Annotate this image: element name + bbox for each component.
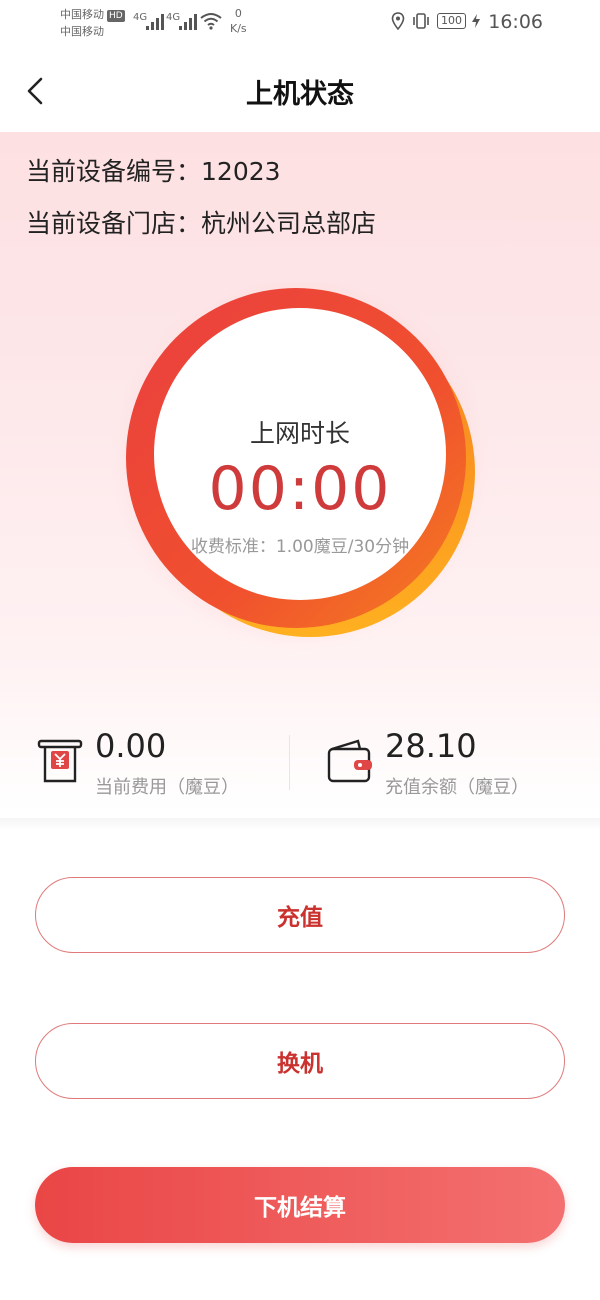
device-number: 12023 bbox=[201, 157, 281, 186]
balance-label: 充值余额（魔豆） bbox=[385, 777, 529, 798]
receipt-yuan-icon bbox=[37, 739, 83, 783]
checkout-button[interactable]: 下机结算 bbox=[35, 1167, 565, 1243]
charging-icon bbox=[472, 14, 480, 28]
carrier-2: 中国移动 bbox=[60, 25, 104, 38]
signal-type-2: 4G bbox=[166, 12, 181, 23]
carrier-1: 中国移动 bbox=[60, 8, 104, 21]
signal-bars-2-icon bbox=[179, 12, 197, 30]
clock: 16:06 bbox=[488, 11, 543, 33]
section-divider bbox=[0, 818, 600, 830]
status-bar: 中国移动 HD 中国移动 4G 4G 0 K/s 100 16:06 bbox=[0, 0, 600, 48]
current-cost-label: 当前费用（魔豆） bbox=[95, 777, 239, 798]
device-store-row: 当前设备门店：杭州公司总部店 bbox=[26, 204, 376, 240]
stats-row: 0.00 当前费用（魔豆） 28.10 充值余额（魔豆） bbox=[0, 725, 600, 805]
switch-machine-button[interactable]: 换机 bbox=[35, 1023, 565, 1099]
recharge-button[interactable]: 充值 bbox=[35, 877, 565, 953]
battery-level: 100 bbox=[437, 13, 466, 29]
device-number-row: 当前设备编号：12023 bbox=[26, 152, 281, 188]
session-panel: 当前设备编号：12023 当前设备门店：杭州公司总部店 上网时长 00:00 收… bbox=[0, 132, 600, 812]
wallet-icon bbox=[327, 739, 372, 783]
device-number-label: 当前设备编号： bbox=[26, 157, 202, 186]
device-store-label: 当前设备门店： bbox=[26, 209, 202, 238]
vibrate-icon bbox=[413, 13, 429, 29]
signal-bars-1-icon bbox=[146, 12, 164, 30]
timer-value: 00:00 bbox=[208, 454, 392, 524]
device-store: 杭州公司总部店 bbox=[201, 209, 377, 238]
page-title: 上机状态 bbox=[246, 79, 354, 110]
status-icons: 100 bbox=[391, 12, 480, 30]
nav-bar: 上机状态 bbox=[0, 48, 600, 132]
signal-type-1: 4G bbox=[133, 12, 148, 23]
carrier-info: 中国移动 HD 中国移动 bbox=[60, 6, 125, 40]
hd-badge: HD bbox=[107, 10, 125, 22]
timer-ring: 上网时长 00:00 收费标准：1.00魔豆/30分钟 bbox=[0, 282, 600, 662]
balance-value: 28.10 bbox=[385, 727, 477, 765]
location-icon bbox=[391, 12, 405, 30]
billing-rate: 收费标准：1.00魔豆/30分钟 bbox=[190, 537, 410, 557]
timer-label: 上网时长 bbox=[249, 419, 350, 448]
wifi-icon bbox=[200, 13, 222, 30]
current-cost-value: 0.00 bbox=[95, 727, 167, 765]
network-speed: 0 K/s bbox=[230, 7, 247, 35]
stats-divider bbox=[289, 735, 290, 790]
